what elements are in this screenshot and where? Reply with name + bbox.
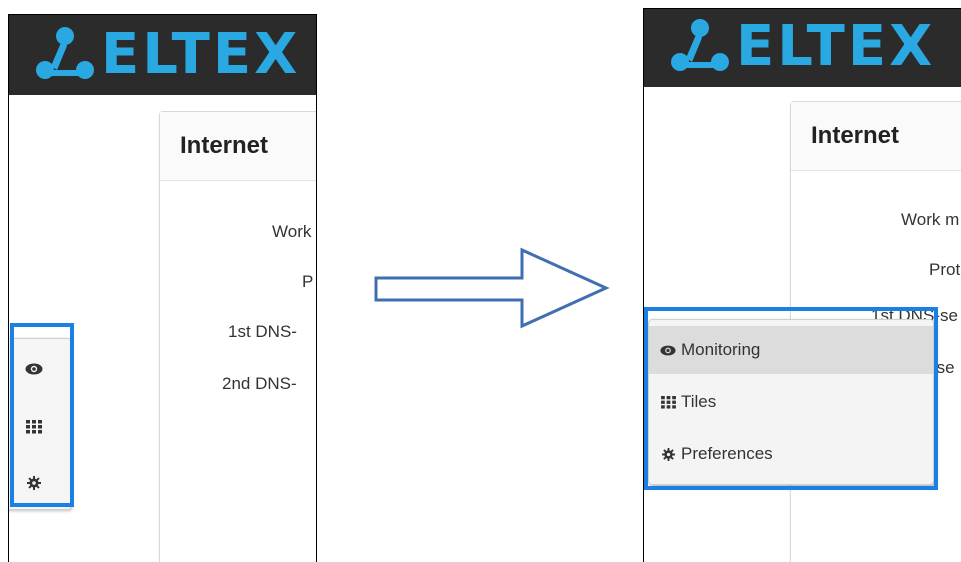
menu-item-tiles[interactable]: Tiles — [649, 378, 933, 426]
side-toolbar — [9, 338, 71, 510]
card-title: Internet — [180, 132, 269, 159]
eye-icon — [659, 341, 677, 359]
gear-icon — [659, 445, 677, 463]
menu-item-monitoring[interactable]: Monitoring — [649, 326, 933, 374]
eltex-logo: ELTEX — [35, 23, 300, 87]
card-title: Internet — [811, 122, 900, 149]
right-arrow — [374, 247, 610, 329]
after-screenshot-panel: ELTEX Internet Work m Prot 1st DNS-se -s… — [643, 8, 961, 562]
app-header: ELTEX — [644, 9, 961, 87]
menu-item-label: Tiles — [681, 392, 717, 411]
field-label-work-mode: Work — [272, 222, 312, 241]
card-header: Internet — [791, 102, 961, 171]
menu-item-label: Preferences — [681, 444, 773, 463]
side-menu-expanded: Monitoring Tiles Preferences — [648, 319, 934, 485]
field-label-work-mode: Work m — [901, 210, 960, 229]
logo-text: ELTEX — [101, 22, 301, 87]
logo-text: ELTEX — [736, 14, 936, 79]
field-label-protocol: P — [302, 272, 314, 291]
grid-icon — [659, 393, 677, 411]
internet-card: Internet Work P 1st DNS- 2nd DNS- — [159, 111, 316, 562]
field-label-dns2: 2nd DNS- — [222, 374, 297, 393]
app-header: ELTEX — [9, 15, 316, 95]
eye-icon[interactable] — [24, 359, 44, 379]
before-screenshot-panel: ELTEX Internet Work P 1st DNS- 2nd DNS- — [8, 14, 317, 562]
grid-icon[interactable] — [24, 417, 44, 437]
gear-icon[interactable] — [24, 473, 44, 493]
eltex-logo: ELTEX — [670, 15, 935, 79]
eltex-logo-icon — [36, 27, 94, 79]
field-label-protocol: Prot — [929, 260, 961, 279]
menu-item-preferences[interactable]: Preferences — [649, 430, 933, 478]
menu-item-label: Monitoring — [681, 340, 761, 359]
field-label-dns1: 1st DNS- — [228, 322, 297, 341]
eltex-logo-icon — [671, 19, 729, 71]
field-label-dns2: -se — [931, 358, 955, 377]
card-header: Internet — [160, 112, 316, 181]
